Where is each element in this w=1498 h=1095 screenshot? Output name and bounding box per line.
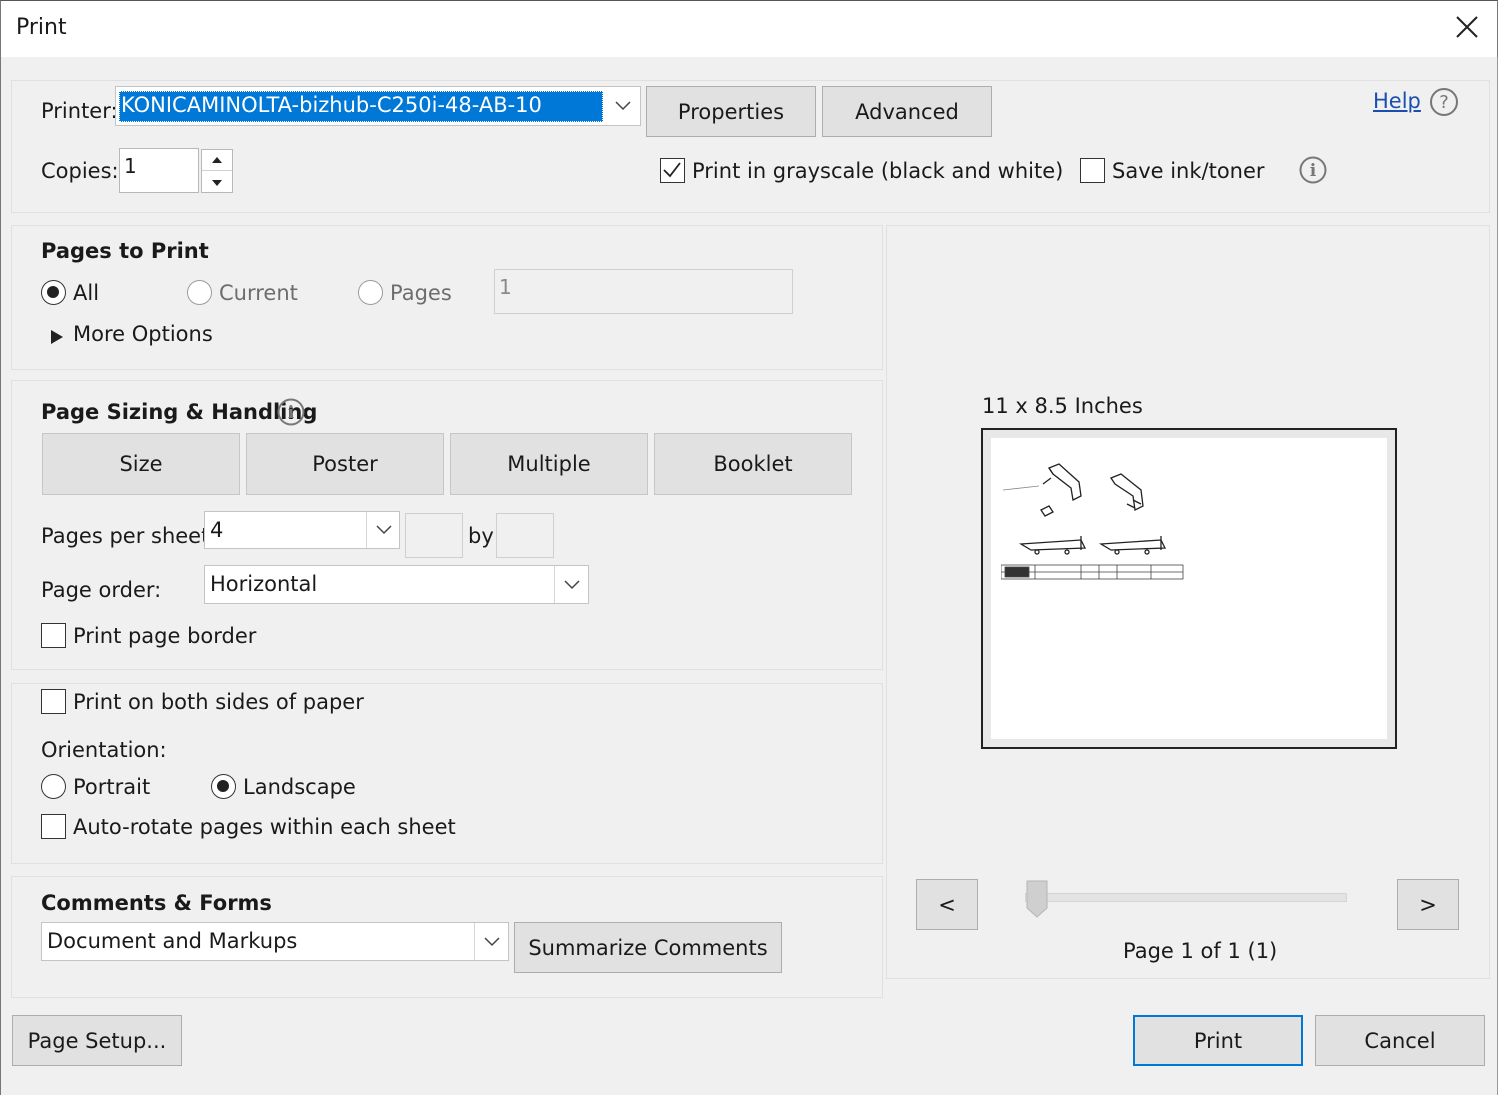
printer-selected-value: KONICAMINOLTA-bizhub-C250i-48-AB-10 <box>121 93 542 117</box>
pages-per-sheet-select[interactable]: 4 <box>204 511 400 549</box>
page-order-label: Page order: <box>41 578 162 602</box>
auto-rotate-checkbox[interactable] <box>41 814 66 839</box>
pages-per-sheet-value: 4 <box>210 518 224 542</box>
radio-all[interactable] <box>41 280 66 305</box>
both-sides-checkbox[interactable] <box>41 689 66 714</box>
checkmark-icon <box>663 162 681 178</box>
page-slider-thumb[interactable] <box>1026 880 1048 918</box>
pages-to-print-heading: Pages to Print <box>41 239 209 263</box>
pages-rows-input[interactable] <box>496 513 554 558</box>
pages-columns-input[interactable] <box>405 513 463 558</box>
properties-button[interactable]: Properties <box>646 86 816 137</box>
save-ink-checkbox[interactable] <box>1080 158 1105 183</box>
printer-label: Printer: <box>41 99 118 123</box>
preview-page <box>991 438 1387 739</box>
page-order-select[interactable]: Horizontal <box>204 565 589 604</box>
stepper-up-icon[interactable] <box>202 150 232 171</box>
prev-page-button[interactable]: < <box>916 879 978 930</box>
radio-pages[interactable] <box>358 280 383 305</box>
more-options-toggle[interactable]: More Options <box>73 322 213 346</box>
copies-input[interactable]: 1 <box>119 148 199 193</box>
print-preview <box>981 428 1397 749</box>
save-ink-label: Save ink/toner <box>1112 159 1265 183</box>
pages-range-input[interactable]: 1 <box>494 269 793 314</box>
grayscale-checkbox[interactable] <box>660 158 685 183</box>
comments-forms-heading: Comments & Forms <box>41 891 272 915</box>
radio-current-label: Current <box>219 281 298 305</box>
printer-select[interactable]: KONICAMINOLTA-bizhub-C250i-48-AB-10 <box>115 86 641 126</box>
radio-pages-label: Pages <box>390 281 452 305</box>
radio-landscape-label: Landscape <box>243 775 356 799</box>
page-slider-track[interactable] <box>1025 893 1347 902</box>
cancel-button[interactable]: Cancel <box>1315 1015 1485 1066</box>
print-border-checkbox[interactable] <box>41 623 66 648</box>
tab-booklet[interactable]: Booklet <box>654 433 852 495</box>
orientation-label: Orientation: <box>41 738 167 762</box>
chevron-down-icon <box>606 87 640 125</box>
grayscale-label: Print in grayscale (black and white) <box>692 159 1064 183</box>
title-bar: Print <box>0 0 1498 57</box>
page-status: Page 1 of 1 (1) <box>1123 939 1278 963</box>
drawing-thumbnail-icon <box>1001 463 1184 580</box>
info-icon[interactable]: i <box>277 398 305 426</box>
both-sides-label: Print on both sides of paper <box>73 690 364 714</box>
auto-rotate-label: Auto-rotate pages within each sheet <box>73 815 456 839</box>
page-setup-button[interactable]: Page Setup... <box>12 1015 182 1066</box>
comments-forms-select[interactable]: Document and Markups <box>41 922 509 961</box>
radio-portrait[interactable] <box>41 774 66 799</box>
copies-stepper[interactable] <box>201 149 233 193</box>
copies-label: Copies: <box>41 159 119 183</box>
info-icon[interactable]: i <box>1299 156 1327 184</box>
summarize-comments-button[interactable]: Summarize Comments <box>514 922 782 973</box>
svg-text:i: i <box>288 403 295 423</box>
chevron-down-icon <box>366 512 400 548</box>
tab-size[interactable]: Size <box>42 433 240 495</box>
help-icon[interactable]: ? <box>1429 87 1459 117</box>
radio-landscape[interactable] <box>211 774 236 799</box>
help-link[interactable]: Help <box>1373 89 1421 113</box>
chevron-down-icon <box>554 566 588 603</box>
pages-per-sheet-label: Pages per sheet: <box>41 524 217 548</box>
radio-portrait-label: Portrait <box>73 775 151 799</box>
tab-multiple[interactable]: Multiple <box>450 433 648 495</box>
svg-text:i: i <box>1310 161 1317 181</box>
by-label: by <box>468 524 494 548</box>
chevron-down-icon <box>474 923 508 960</box>
print-border-label: Print page border <box>73 624 257 648</box>
radio-all-label: All <box>73 281 100 305</box>
page-sizing-heading: Page Sizing & Handling <box>41 400 318 424</box>
radio-current[interactable] <box>187 280 212 305</box>
page-order-value: Horizontal <box>210 572 318 596</box>
paper-size-label: 11 x 8.5 Inches <box>982 394 1143 418</box>
window-title: Print <box>16 15 67 40</box>
next-page-button[interactable]: > <box>1397 879 1459 930</box>
triangle-right-icon[interactable] <box>50 326 64 344</box>
stepper-down-icon[interactable] <box>202 172 232 193</box>
print-button[interactable]: Print <box>1133 1015 1303 1066</box>
close-icon[interactable] <box>1449 9 1485 45</box>
advanced-button[interactable]: Advanced <box>822 86 992 137</box>
comments-forms-value: Document and Markups <box>47 929 298 953</box>
svg-text:?: ? <box>1439 92 1449 113</box>
tab-poster[interactable]: Poster <box>246 433 444 495</box>
